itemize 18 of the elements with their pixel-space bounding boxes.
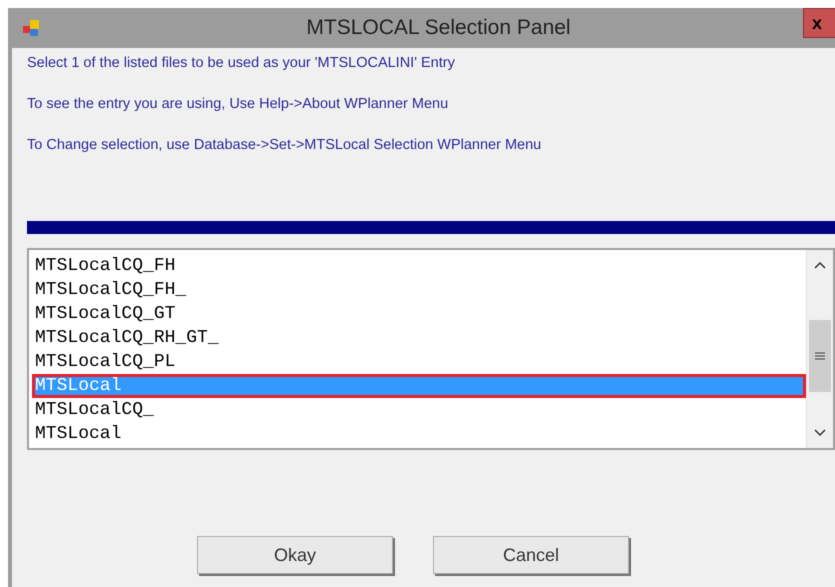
scroll-thumb[interactable] <box>809 320 831 392</box>
scrollbar[interactable] <box>806 250 833 448</box>
list-item[interactable]: MTSLocalCQ_RH_GT_ <box>32 326 806 350</box>
grip-icon <box>815 352 825 360</box>
instruction-text: To see the entry you are using, Use Help->About WPlanner Menu <box>27 95 450 114</box>
instruction-text: To Change selection, use Database->Set->MTSLocal Selection WPlanner Menu <box>27 136 542 155</box>
cancel-button[interactable]: Cancel <box>433 536 629 574</box>
close-button[interactable]: x <box>803 8 835 38</box>
window-title: MTSLOCAL Selection Panel <box>306 16 571 40</box>
list-item[interactable]: MTSLocalCQ_FH_ <box>32 278 806 302</box>
okay-button[interactable]: Okay <box>197 536 393 574</box>
list-item[interactable]: MTSLocalCQ_GT <box>32 302 806 326</box>
list-item[interactable]: MTSLocalCQ_ <box>32 398 806 422</box>
app-icon <box>22 18 42 38</box>
list-item[interactable]: MTSLocal <box>32 422 806 446</box>
list-item[interactable]: MTSLocalCQ_FH <box>32 254 806 278</box>
instruction-text: Select 1 of the listed files to be used as your 'MTSLOCALINI' Entry <box>27 54 456 73</box>
list-item[interactable]: MTSLocalCQ_PL <box>32 350 806 374</box>
